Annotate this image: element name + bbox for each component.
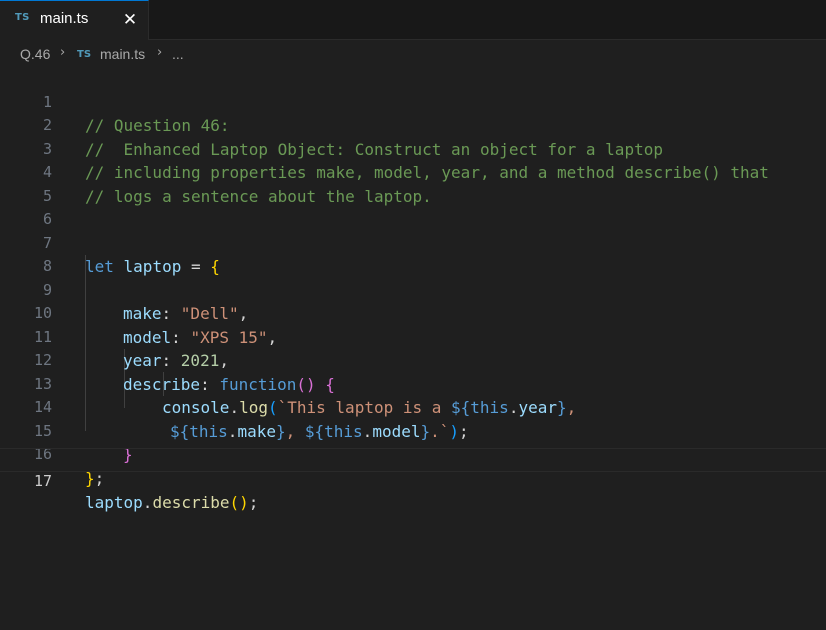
- code-line: 2 // Enhanced Laptop Object: Construct a…: [0, 91, 826, 159]
- code-line: 8: [0, 232, 826, 275]
- code-editor[interactable]: 1 // Question 46: 2 // Enhanced Laptop O…: [0, 67, 826, 630]
- code-line-current: 17 laptop.describe();: [0, 448, 826, 512]
- bracket-token: (): [229, 493, 249, 512]
- code-line: 3 // including properties make, model, y…: [0, 114, 826, 183]
- tab-main-ts[interactable]: TS main.ts ✕: [0, 0, 149, 40]
- typescript-file-icon: TS: [15, 12, 30, 23]
- breadcrumb: Q.46 › TS main.ts › ...: [0, 41, 826, 69]
- chevron-right-icon: ›: [157, 45, 163, 60]
- typescript-file-icon: TS: [77, 49, 92, 60]
- code-line: 4 // logs a sentence about the laptop.: [0, 138, 826, 206]
- code-line: 16 };: [0, 420, 826, 488]
- identifier-token: laptop: [85, 493, 143, 512]
- line-number: 17: [33, 471, 52, 490]
- code-line: 9 make: "Dell",: [0, 255, 826, 324]
- punctuation-token: ;: [248, 493, 259, 512]
- code-line: 7 let laptop = {: [0, 208, 826, 277]
- code-line: 12 describe: function() {: [0, 326, 826, 394]
- breadcrumb-symbol[interactable]: ...: [172, 46, 184, 62]
- code-line: 15 }: [0, 396, 826, 465]
- code-line: 1 // Question 46:: [0, 67, 826, 136]
- code-line: 10 model: "XPS 15",: [0, 279, 826, 347]
- code-text: laptop.describe();: [85, 492, 258, 514]
- breadcrumb-folder[interactable]: Q.46: [20, 46, 50, 62]
- code-line: 13 console.log(`This laptop is a ${this.…: [0, 349, 826, 418]
- tab-bar: TS main.ts ✕: [0, 0, 826, 40]
- code-line: 6: [0, 185, 826, 228]
- breadcrumb-file[interactable]: main.ts: [100, 46, 145, 62]
- chevron-right-icon: ›: [60, 45, 66, 60]
- function-token: describe: [152, 493, 230, 512]
- close-tab-icon[interactable]: ✕: [120, 9, 140, 31]
- punctuation-token: .: [142, 493, 153, 512]
- code-line: 5: [0, 161, 826, 205]
- code-line: 14 ${this.make}, ${this.model}.`);: [0, 373, 826, 441]
- tab-label: main.ts: [40, 10, 89, 27]
- code-line: 11 year: 2021,: [0, 302, 826, 371]
